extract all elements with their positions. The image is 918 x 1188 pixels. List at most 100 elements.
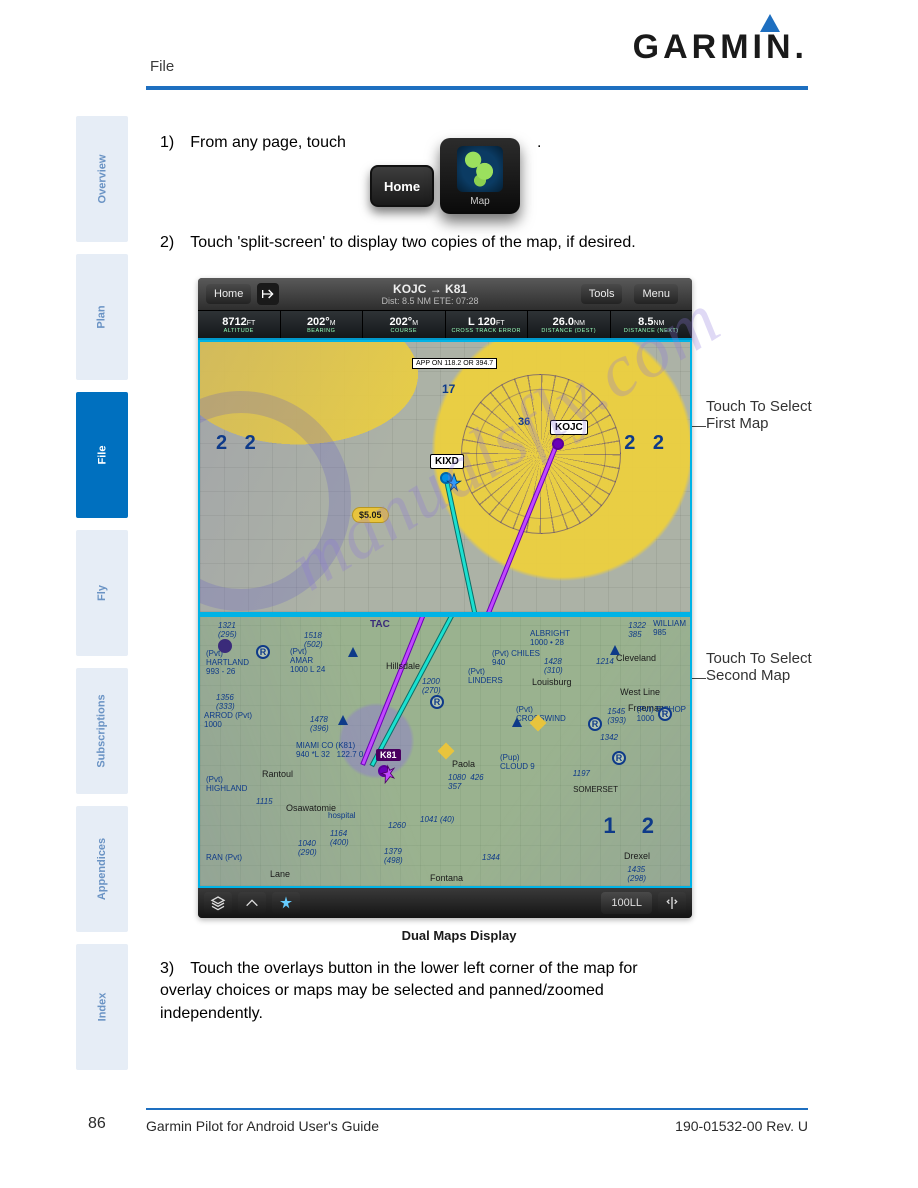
y-sym-2 [438, 742, 455, 759]
app-title-block: KOJC → K81 Dist: 8.5 NM ETE: 07:28 [279, 282, 580, 306]
app-home-button[interactable]: Home [206, 284, 251, 304]
app-screenshot: Home KOJC → K81 Dist: 8.5 NM ETE: 07:28 … [198, 278, 692, 918]
obst-1 [348, 647, 358, 657]
f1164: 1164 (400) [330, 829, 349, 847]
route-subtitle: Dist: 8.5 NM ETE: 07:28 [279, 296, 580, 306]
tools-button[interactable]: Tools [581, 284, 623, 304]
topbar-right: Tools Menu [581, 284, 684, 304]
nav-label: COURSE [390, 328, 417, 334]
home-button-label: Home [384, 179, 420, 194]
example-home-button[interactable]: Home [370, 165, 434, 207]
f1428: 1428 (310) [544, 657, 563, 675]
chevron-up-icon [244, 895, 260, 911]
kojc-dot [552, 438, 564, 450]
app-bottombar: 100LL [198, 888, 692, 918]
side-tab-subscriptions[interactable]: Subscriptions [76, 668, 128, 794]
nav-field-distance_next[interactable]: 8.5NMDISTANCE (NEXT) [611, 311, 693, 338]
pvt-highland: (Pvt) HIGHLAND [206, 775, 247, 793]
side-tab-file[interactable]: File [76, 392, 128, 518]
side-tab-overview[interactable]: Overview [76, 116, 128, 242]
side-tab-fly[interactable]: Fly [76, 530, 128, 656]
nav-field-course[interactable]: 202°MCOURSE [363, 311, 446, 338]
r-sym-4: R [658, 707, 672, 721]
side-tab-plan[interactable]: Plan [76, 254, 128, 380]
f1200: 1200 (270) [422, 677, 441, 695]
fuel-type-button[interactable]: 100LL [601, 892, 652, 914]
callout-touch: Touch To Select [706, 398, 812, 415]
pvt-miami: MIAMI CO (K81) 940 *L 32 122.7 0 [296, 741, 363, 759]
f1342: 1342 [600, 733, 618, 742]
nav-label: ALTITUDE [224, 328, 254, 334]
town-lane: Lane [270, 869, 290, 879]
nav-value: 26.0NM [553, 316, 585, 328]
big-12: 1 2 [603, 813, 664, 839]
callout-second-map: Touch To Select Second Map [706, 650, 812, 684]
footer-right: 190-01532-00 Rev. U [675, 1118, 808, 1134]
pvt-linders: (Pvt) LINDERS [468, 667, 503, 685]
splitscreen-button[interactable] [658, 892, 686, 914]
tac-label: TAC [370, 619, 390, 630]
pvt-arrod: ARROD (Pvt) 1000 [204, 711, 252, 729]
side-tab-appendices[interactable]: Appendices [76, 806, 128, 932]
chapter-label: File [150, 58, 174, 75]
tools-label: Tools [589, 288, 615, 300]
nav-label: DISTANCE (DEST) [541, 328, 596, 334]
f1545: 1545 (393) [607, 707, 626, 725]
nav-value: 202°M [307, 316, 336, 328]
nav-field-distance_dest[interactable]: 26.0NMDISTANCE (DEST) [528, 311, 611, 338]
nav-field-cross_track[interactable]: L 120FTCROSS TRACK ERROR [446, 311, 529, 338]
f1356: 1356 (333) [216, 693, 235, 711]
f1322: 1322 385 [628, 621, 646, 639]
split-panes: APP ON 118.2 OR 394.7 2 2 2 2 17 36 KOJC… [198, 340, 692, 888]
f1478: 1478 (396) [310, 715, 329, 733]
menu-button[interactable]: Menu [634, 284, 678, 304]
aircraft-button[interactable] [272, 892, 300, 914]
footer-rule [146, 1108, 808, 1110]
example-map-button[interactable]: Map [440, 138, 520, 214]
town-hillsdale: Hillsdale [386, 661, 420, 671]
town-somerset: SOMERSET [573, 785, 618, 794]
direct-to-icon [260, 286, 276, 302]
brand-header: GARMIN. [633, 28, 808, 67]
overlays-button[interactable] [204, 892, 232, 914]
step-2-text: 2) Touch 'split-screen' to display two c… [160, 232, 658, 254]
side-tab-label: Fly [96, 585, 108, 601]
f1040: 1040 (290) [298, 839, 317, 857]
f1115: 1115 [256, 797, 273, 806]
talbright: ALBRIGHT 1000 • 28 [530, 629, 570, 647]
side-tab-label: File [96, 446, 108, 465]
r-sym-1: R [256, 645, 270, 659]
nav-label: CROSS TRACK ERROR [451, 328, 521, 334]
side-tabs: Overview Plan File Fly Subscriptions Appendic… [76, 116, 128, 1070]
f1321: 1321 (295) [218, 621, 237, 639]
f1214: 1214 [596, 657, 614, 666]
footer-left: Garmin Pilot for Android User's Guide [146, 1118, 379, 1134]
f1435: 1435 (298) [627, 865, 646, 883]
pvt-chiles: (Pvt) CHILES 940 [492, 649, 540, 667]
pane-second-map[interactable]: K81 TAC 1 2 Hillsdale Louisburg Clevelan… [198, 614, 692, 889]
obst-2 [338, 715, 348, 725]
town-westline: West Line [620, 687, 660, 697]
pane-first-map[interactable]: APP ON 118.2 OR 394.7 2 2 2 2 17 36 KOJC… [198, 340, 692, 614]
caret-button[interactable] [238, 892, 266, 914]
globe-icon [457, 146, 503, 192]
brand-text: GARMIN. [633, 28, 808, 66]
nav-field-bearing[interactable]: 202°MBEARING [281, 311, 364, 338]
f1041: 1041 (40) [420, 815, 454, 824]
pvt-amar: (Pvt) AMAR 1000 L 24 [290, 647, 325, 674]
f1344: 1344 [482, 853, 500, 862]
callout-touch2: Touch To Select [706, 650, 812, 667]
callout-second: Second Map [706, 667, 812, 684]
aircraft-icon [278, 895, 294, 911]
town-rantoul: Rantoul [262, 769, 293, 779]
map-button-label: Map [470, 196, 489, 207]
route-title: KOJC → K81 [279, 282, 580, 296]
fuel-price-badge[interactable]: $5.05 [352, 507, 389, 523]
nav-field-altitude[interactable]: 8712FTALTITUDE [198, 311, 281, 338]
direct-to-button[interactable] [257, 283, 279, 305]
side-tab-index[interactable]: Index [76, 944, 128, 1070]
r-sym-3: R [588, 717, 602, 731]
num36: 36 [518, 416, 530, 428]
nav-value: 8.5NM [638, 316, 664, 328]
callout-first-map: Touch To Select First Map [706, 398, 812, 432]
